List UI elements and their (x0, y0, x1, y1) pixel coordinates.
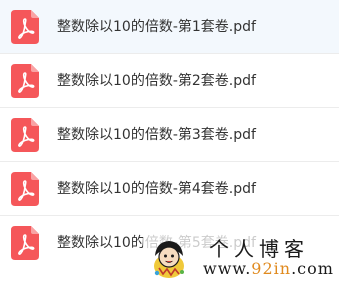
watermark-url-suffix: .com (291, 259, 334, 278)
watermark-url: www.92in.com (203, 259, 334, 279)
file-name[interactable]: 整数除以10的倍数-第1套卷.pdf (57, 17, 256, 37)
file-name[interactable]: 整数除以10的倍数-第3套卷.pdf (57, 125, 256, 145)
pdf-file-icon (11, 172, 39, 206)
watermark-url-prefix: www. (203, 259, 252, 278)
watermark-url-accent: 92in (251, 259, 292, 278)
file-row[interactable]: 整数除以10的倍数-第3套卷.pdf (0, 108, 339, 162)
mascot-logo-icon (154, 241, 184, 278)
file-list: 整数除以10的倍数-第1套卷.pdf 整数除以10的倍数-第2套卷.pdf 整数… (0, 0, 339, 282)
file-row[interactable]: 整数除以10的倍数-第1套卷.pdf (0, 0, 339, 54)
pdf-file-icon (11, 118, 39, 152)
watermark: 个人博客 www.92in.com (143, 234, 339, 282)
file-name[interactable]: 整数除以10的倍数-第4套卷.pdf (57, 179, 256, 199)
pdf-file-icon (11, 64, 39, 98)
file-row[interactable]: 整数除以10的倍数-第2套卷.pdf (0, 54, 339, 108)
pdf-file-icon (11, 10, 39, 44)
pdf-file-icon (11, 226, 39, 260)
file-name[interactable]: 整数除以10的倍数-第2套卷.pdf (57, 71, 256, 91)
watermark-title: 个人博客 (209, 237, 309, 261)
file-row[interactable]: 整数除以10的倍数-第4套卷.pdf (0, 162, 339, 216)
